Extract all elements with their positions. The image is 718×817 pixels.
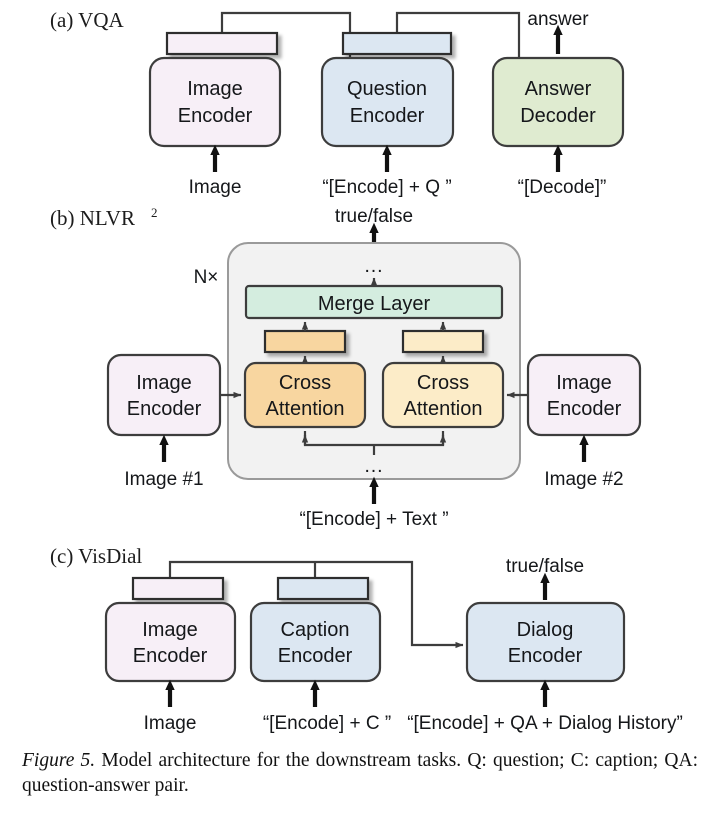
panel-visdial: (c) VisDial Image Encoder Caption Encode… xyxy=(50,544,683,734)
label-question-input: “[Encode] + Q ” xyxy=(322,177,451,198)
box-line2: Encoder xyxy=(547,398,622,420)
dots-top: … xyxy=(364,255,385,277)
box-cross-attention-right[interactable]: Cross Attention xyxy=(381,361,505,429)
box-question-encoder-vqa[interactable]: Question Encoder xyxy=(320,56,455,148)
box-line1: Image xyxy=(136,372,192,394)
label-dialog-input-visdial: “[Encode] + QA + Dialog History” xyxy=(407,713,683,734)
label-caption-input-visdial: “[Encode] + C ” xyxy=(263,713,391,734)
label-image2-input: Image #2 xyxy=(544,469,623,490)
box-line2: Decoder xyxy=(520,105,596,127)
image-encoder-bar xyxy=(165,31,279,56)
box-caption-encoder-visdial[interactable]: Caption Encoder xyxy=(249,601,382,683)
box-dialog-encoder-visdial[interactable]: Dialog Encoder xyxy=(465,601,626,683)
box-line1: Answer xyxy=(525,78,592,100)
box-answer-decoder-vqa[interactable]: Answer Decoder xyxy=(491,56,625,148)
label-repeat-count: N× xyxy=(194,267,219,288)
box-cross-attention-left[interactable]: Cross Attention xyxy=(243,361,367,429)
figure-caption-text: Model architecture for the downstream ta… xyxy=(22,750,698,797)
box-line2: Encoder xyxy=(508,645,583,667)
figure-number: Figure 5. xyxy=(22,750,96,771)
box-line1: Image xyxy=(187,78,243,100)
box-merge-layer[interactable]: Merge Layer xyxy=(244,284,504,320)
box-line2: Attention xyxy=(404,398,483,420)
figure-container: (a) VQA Image Encoder Question Encoder A… xyxy=(0,0,718,817)
question-encoder-bar xyxy=(341,31,453,56)
figure-caption: Figure 5. Model architecture for the dow… xyxy=(22,748,698,799)
panel-label-visdial: (c) VisDial xyxy=(50,544,142,568)
box-line2: Encoder xyxy=(278,645,353,667)
box-image-encoder-left-nlvr2[interactable]: Image Encoder xyxy=(106,353,222,437)
panel-label-vqa: (a) VQA xyxy=(50,8,125,32)
label-answer-output: answer xyxy=(527,9,589,30)
panel-vqa: (a) VQA Image Encoder Question Encoder A… xyxy=(50,8,625,198)
box-line1: Cross xyxy=(279,372,331,394)
box-image-encoder-right-nlvr2[interactable]: Image Encoder xyxy=(526,353,642,437)
label-image1-input: Image #1 xyxy=(124,469,203,490)
box-image-encoder-vqa[interactable]: Image Encoder xyxy=(148,56,282,148)
label-image-input: Image xyxy=(189,177,242,198)
label-decode-input: “[Decode]” xyxy=(518,177,607,198)
label-image-input-visdial: Image xyxy=(144,713,197,734)
label-truefalse-output-visdial: true/false xyxy=(506,556,584,577)
box-line1: Image xyxy=(142,619,198,641)
box-image-encoder-visdial[interactable]: Image Encoder xyxy=(104,601,237,683)
box-line1: Dialog xyxy=(517,619,574,641)
box-line1: Caption xyxy=(281,619,350,641)
box-line2: Attention xyxy=(266,398,345,420)
label-truefalse-output: true/false xyxy=(335,206,413,227)
panel-label-nlvr2: (b) NLVR xyxy=(50,206,135,230)
box-line2: Encoder xyxy=(178,105,253,127)
box-line1: Cross xyxy=(417,372,469,394)
box-line2: Encoder xyxy=(133,645,208,667)
panel-nlvr2: (b) NLVR 2 true/false N× … Merge Layer C… xyxy=(50,205,642,530)
box-line1: Merge Layer xyxy=(318,293,431,315)
architecture-diagram: (a) VQA Image Encoder Question Encoder A… xyxy=(50,8,683,734)
image-encoder-bar-visdial xyxy=(131,576,225,601)
box-line1: Question xyxy=(347,78,427,100)
dots-bottom: … xyxy=(364,455,385,477)
box-line2: Encoder xyxy=(127,398,202,420)
box-line1: Image xyxy=(556,372,612,394)
cross-attention-left-bar xyxy=(263,329,347,354)
panel-label-nlvr2-superscript: 2 xyxy=(151,205,158,220)
box-line2: Encoder xyxy=(350,105,425,127)
caption-encoder-bar-visdial xyxy=(276,576,370,601)
label-text-input: “[Encode] + Text ” xyxy=(299,509,448,530)
cross-attention-right-bar xyxy=(401,329,485,354)
